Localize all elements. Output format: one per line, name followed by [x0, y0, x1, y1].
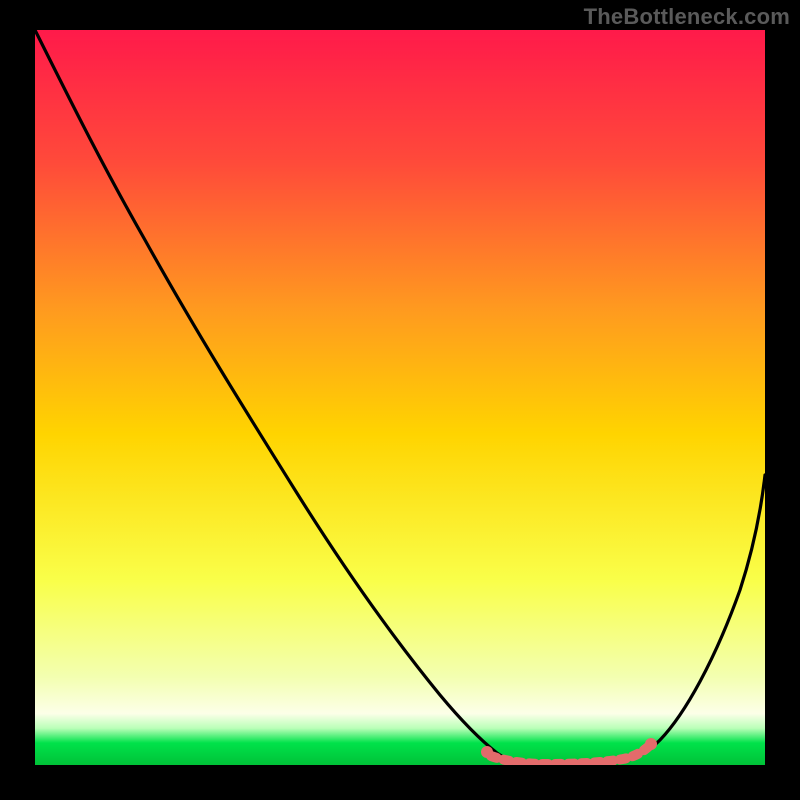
accent-dot-left — [481, 746, 493, 758]
plot-area — [35, 30, 765, 765]
watermark-text: TheBottleneck.com — [584, 4, 790, 30]
chart-svg — [35, 30, 765, 765]
gradient-background — [35, 30, 765, 765]
chart-frame: TheBottleneck.com — [0, 0, 800, 800]
accent-dot-right — [645, 738, 657, 750]
